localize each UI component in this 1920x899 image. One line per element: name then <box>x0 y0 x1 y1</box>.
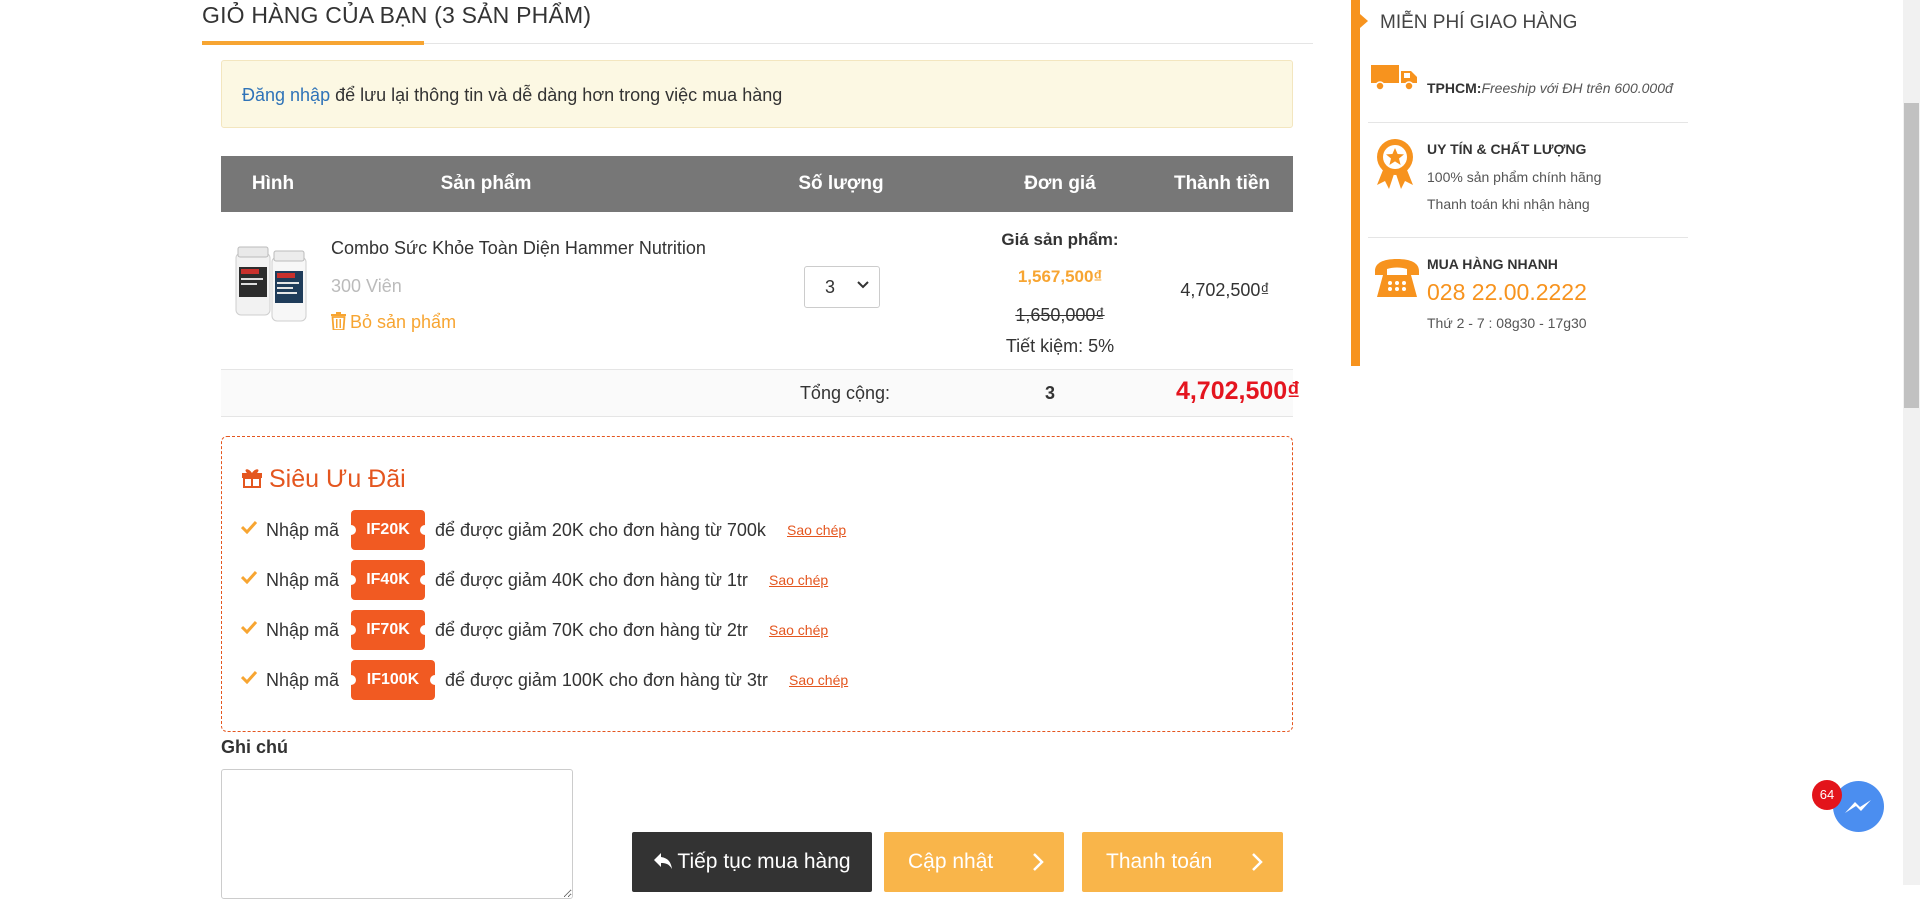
continue-shopping-button[interactable]: Tiếp tục mua hàng <box>632 832 872 892</box>
continue-shopping-label: Tiếp tục mua hàng <box>677 850 851 873</box>
title-underline <box>202 41 424 45</box>
coupon-code[interactable]: IF70K <box>346 610 430 650</box>
note-textarea[interactable] <box>221 769 573 899</box>
column-header-quantity: Số lượng <box>798 173 884 194</box>
sidebar-divider <box>1368 122 1688 123</box>
opening-hours: Thứ 2 - 7 : 08g30 - 17g30 <box>1427 315 1587 331</box>
promo-item: Nhập mã IF40K để được giảm 40K cho đơn h… <box>241 560 891 600</box>
promo-prefix: Nhập mã <box>266 570 340 590</box>
sidebar-divider <box>1368 237 1688 238</box>
chevron-down-icon <box>857 281 869 289</box>
promo-description: để được giảm 70K cho đơn hàng từ 2tr <box>435 620 748 640</box>
quality-line-1: 100% sản phẩm chính hãng <box>1427 169 1602 185</box>
coupon-code[interactable]: IF40K <box>346 560 430 600</box>
column-header-unit-price: Đơn giá <box>1024 173 1096 194</box>
cart-table-header: Hình Sản phẩm Số lượng Đơn giá Thành tiề… <box>221 156 1293 212</box>
trash-icon <box>331 312 346 330</box>
shipping-info: TPHCM:Freeship với ĐH trên 600.000đ <box>1427 80 1673 96</box>
checkmark-icon <box>241 670 257 684</box>
summary-label: Tổng cộng: <box>799 383 890 403</box>
coupon-code[interactable]: IF100K <box>346 660 440 700</box>
remove-product-label: Bỏ sản phẩm <box>350 312 457 332</box>
login-link[interactable]: Đăng nhập <box>242 85 330 105</box>
shipping-text: Freeship với ĐH trên 600.000đ <box>1481 80 1673 96</box>
promo-title-text: Siêu Ưu Đãi <box>269 465 406 493</box>
login-notice-text: để lưu lại thông tin và dễ dàng hơn tron… <box>330 85 783 105</box>
copy-code-link[interactable]: Sao chép <box>769 572 828 588</box>
product-image[interactable] <box>234 245 310 329</box>
sidebar-accent-bar <box>1351 0 1360 366</box>
login-notice: Đăng nhập để lưu lại thông tin và dễ dàn… <box>221 60 1293 128</box>
column-header-product: Sản phẩm <box>440 173 532 194</box>
reply-arrow-icon <box>654 853 673 869</box>
phone-icon <box>1375 259 1419 297</box>
promo-item: Nhập mã IF70K để được giảm 70K cho đơn h… <box>241 610 891 650</box>
quality-title: UY TÍN & CHẤT LƯỢNG <box>1427 141 1587 157</box>
copy-code-link[interactable]: Sao chép <box>769 622 828 638</box>
summary-row <box>221 370 1293 417</box>
shipping-region: TPHCM: <box>1427 80 1482 96</box>
promo-item: Nhập mã IF20K để được giảm 20K cho đơn h… <box>241 510 891 550</box>
product-variant: 300 Viên <box>331 276 402 296</box>
sidebar-notch <box>1360 14 1368 28</box>
column-header-line-total: Thành tiền <box>1173 173 1271 194</box>
checkout-label: Thanh toán <box>1106 850 1213 873</box>
checkmark-icon <box>241 570 257 584</box>
promo-description: để được giảm 20K cho đơn hàng từ 700k <box>435 520 766 540</box>
checkmark-icon <box>241 620 257 634</box>
scrollbar-thumb[interactable] <box>1904 103 1919 408</box>
quantity-select[interactable]: 3 <box>804 266 880 308</box>
promo-title: Siêu Ưu Đãi <box>241 465 406 494</box>
chevron-right-icon <box>1252 853 1263 871</box>
update-cart-button[interactable]: Cập nhật <box>884 832 1064 892</box>
gift-icon <box>242 469 262 488</box>
promo-item: Nhập mã IF100K để được giảm 100K cho đơn… <box>241 660 891 700</box>
award-badge-icon <box>1377 139 1413 189</box>
quantity-value: 3 <box>825 277 836 297</box>
price-label: Giá sản phẩm: <box>1001 230 1119 249</box>
truck-icon <box>1371 65 1417 91</box>
column-header-image: Hình <box>251 173 295 194</box>
quick-order-title: MUA HÀNG NHANH <box>1427 256 1558 272</box>
coupon-code[interactable]: IF20K <box>346 510 430 550</box>
summary-quantity: 3 <box>1044 383 1055 403</box>
promo-prefix: Nhập mã <box>266 670 340 690</box>
note-label: Ghi chú <box>221 737 288 757</box>
product-name[interactable]: Combo Sức Khỏe Toàn Diện Hammer Nutritio… <box>331 238 706 259</box>
quality-line-2: Thanh toán khi nhận hàng <box>1427 196 1590 212</box>
original-price: 1,650,000₫ <box>1015 305 1105 325</box>
promo-prefix: Nhập mã <box>266 620 340 640</box>
sale-price: 1,567,500₫ <box>1017 267 1103 286</box>
sidebar-heading: MIỄN PHÍ GIAO HÀNG <box>1380 12 1578 33</box>
summary-total: 4,702,500₫ <box>1175 377 1300 405</box>
checkout-button[interactable]: Thanh toán <box>1082 832 1283 892</box>
notification-badge: 64 <box>1812 780 1842 810</box>
saving-percent: Tiết kiệm: 5% <box>1005 336 1115 356</box>
chevron-right-icon <box>1033 853 1044 871</box>
checkmark-icon <box>241 520 257 534</box>
promo-description: để được giảm 40K cho đơn hàng từ 1tr <box>435 570 748 590</box>
line-total: 4,702,500₫ <box>1180 280 1270 300</box>
hotline-number[interactable]: 028 22.00.2222 <box>1427 279 1587 306</box>
copy-code-link[interactable]: Sao chép <box>789 672 848 688</box>
copy-code-link[interactable]: Sao chép <box>787 522 846 538</box>
promo-description: để được giảm 100K cho đơn hàng từ 3tr <box>445 670 768 690</box>
page-title: GIỎ HÀNG CỦA BẠN (3 SẢN PHẨM) <box>202 2 592 28</box>
update-cart-label: Cập nhật <box>908 850 994 873</box>
remove-product-button[interactable]: Bỏ sản phẩm <box>331 312 456 333</box>
promo-prefix: Nhập mã <box>266 520 340 540</box>
